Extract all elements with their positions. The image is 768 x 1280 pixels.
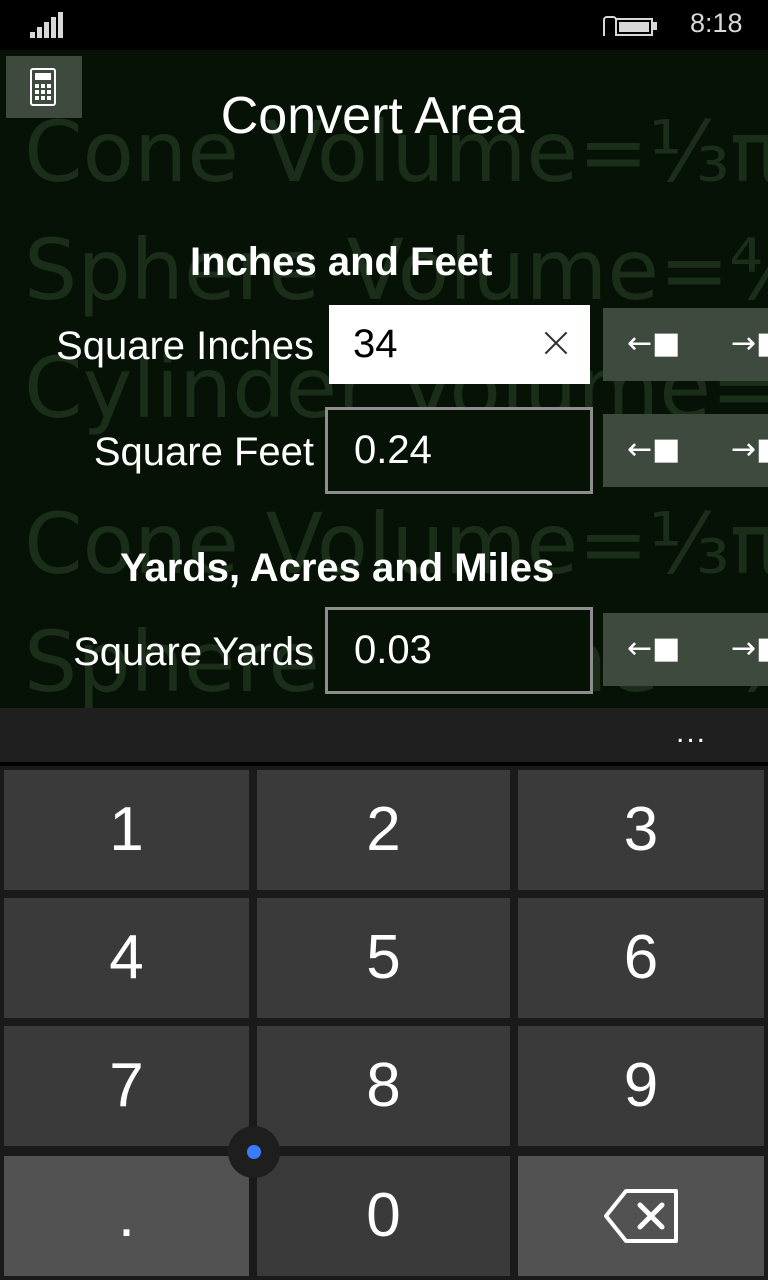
app-content: Cone Volume=¹⁄₃πr Sphere Volume=⁴⁄₃ Cyli… (0, 50, 768, 708)
key-9[interactable]: 9 (518, 1026, 764, 1146)
section-heading: Yards, Acres and Miles (120, 546, 555, 590)
arrow-right-icon[interactable]: →■ (731, 326, 768, 361)
field-label: Square Inches (56, 324, 314, 368)
copy-arrows-button[interactable]: ←■ →■ (603, 308, 768, 381)
key-2[interactable]: 2 (257, 770, 510, 890)
square-yards-input[interactable]: 0.03 (325, 607, 593, 694)
backspace-icon (604, 1189, 678, 1243)
arrow-left-icon[interactable]: ←■ (627, 326, 680, 361)
page-title: Convert Area (220, 87, 525, 145)
battery-charging-icon (603, 12, 657, 36)
arrow-right-icon[interactable]: →■ (731, 432, 768, 467)
key-5[interactable]: 5 (257, 898, 510, 1018)
text-cursor-handle[interactable] (228, 1126, 280, 1178)
key-6[interactable]: 6 (518, 898, 764, 1018)
key-4[interactable]: 4 (4, 898, 249, 1018)
signal-strength-icon (30, 12, 64, 38)
key-decimal[interactable]: . (4, 1156, 249, 1276)
backspace-key[interactable] (518, 1156, 764, 1276)
field-label: Square Feet (93, 430, 314, 474)
copy-arrows-button[interactable]: ←■ →■ (603, 613, 768, 686)
more-options-button[interactable]: ... (676, 716, 707, 750)
arrow-right-icon[interactable]: →■ (731, 631, 768, 666)
copy-arrows-button[interactable]: ←■ →■ (603, 414, 768, 487)
key-8[interactable]: 8 (257, 1026, 510, 1146)
key-7[interactable]: 7 (4, 1026, 249, 1146)
arrow-left-icon[interactable]: ←■ (627, 631, 680, 666)
app-bar: ... (0, 708, 768, 762)
input-value: 0.24 (354, 428, 432, 472)
clear-icon[interactable] (544, 331, 568, 355)
input-value: 34 (353, 322, 398, 366)
key-1[interactable]: 1 (4, 770, 249, 890)
key-0[interactable]: 0 (257, 1156, 510, 1276)
arrow-left-icon[interactable]: ←■ (627, 432, 680, 467)
square-feet-input[interactable]: 0.24 (325, 407, 593, 494)
square-inches-input[interactable]: 34 (329, 305, 590, 384)
field-label: Square Yards (73, 630, 314, 674)
input-value: 0.03 (354, 628, 432, 672)
key-3[interactable]: 3 (518, 770, 764, 890)
section-heading: Inches and Feet (190, 240, 493, 284)
status-time: 8:18 (690, 8, 743, 38)
status-bar: 8:18 (0, 0, 768, 50)
